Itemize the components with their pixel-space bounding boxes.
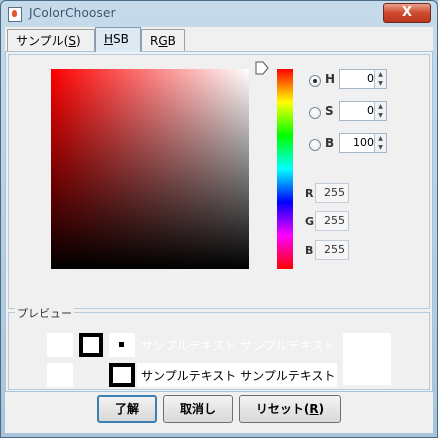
- preview-title: プレビュー: [15, 305, 74, 321]
- tab-hsb-suffix: SB: [113, 32, 129, 46]
- preview-swatch: [109, 333, 135, 357]
- title-bar[interactable]: JColorChooser X: [1, 1, 437, 25]
- s-radio[interactable]: [309, 107, 321, 119]
- h-radio[interactable]: [309, 75, 321, 87]
- b-radio[interactable]: [309, 139, 321, 151]
- window-title: JColorChooser: [29, 6, 116, 20]
- b-down-icon[interactable]: ▼: [374, 143, 386, 152]
- b-label: B: [325, 136, 335, 150]
- tab-hsb-mnemonic: H: [104, 32, 114, 46]
- tab-hsb[interactable]: HSB: [95, 27, 141, 52]
- close-button[interactable]: X: [383, 3, 431, 23]
- h-spinner[interactable]: 0 ▲ ▼: [339, 69, 387, 89]
- g-value: 255: [315, 211, 349, 231]
- reset-suffix: ): [318, 402, 325, 416]
- h-value: 0: [367, 72, 374, 85]
- b-value: 100: [353, 136, 374, 149]
- close-icon: X: [401, 5, 413, 20]
- b-rgb-value: 255: [315, 240, 349, 260]
- hsb-controls: H 0 ▲ ▼ S 0 ▲ ▼ B 100 ▲ ▼ R 255 G 255 B …: [8, 54, 430, 309]
- s-spinner[interactable]: 0 ▲ ▼: [339, 101, 387, 121]
- preview-square: [79, 333, 103, 357]
- reset-mnemonic: R: [309, 402, 319, 416]
- r-label: R: [305, 187, 314, 200]
- s-down-icon[interactable]: ▼: [374, 111, 386, 120]
- cancel-button[interactable]: 取消し: [163, 395, 233, 423]
- saturation-brightness-picker[interactable]: [51, 69, 249, 269]
- b-rgb-label: B: [305, 244, 314, 257]
- preview-square: [109, 363, 135, 387]
- hue-pointer-icon[interactable]: [255, 61, 269, 75]
- preview-swatch: [47, 333, 73, 357]
- g-label: G: [305, 215, 315, 228]
- reset-button[interactable]: リセット(R): [239, 395, 341, 423]
- b-spinner[interactable]: 100 ▲ ▼: [339, 133, 387, 153]
- tab-strip: サンプル(S) HSB RGB: [5, 27, 433, 52]
- preview-swatch: [343, 333, 391, 385]
- r-value: 255: [315, 183, 349, 203]
- tab-rgb-mnemonic: G: [158, 34, 168, 48]
- hue-slider[interactable]: [277, 69, 293, 269]
- h-down-icon[interactable]: ▼: [374, 79, 386, 88]
- tab-sample[interactable]: サンプル(S): [7, 29, 95, 51]
- color-chooser-window: JColorChooser X サンプル(S) HSB RGB H 0 ▲ ▼ S: [0, 0, 438, 438]
- preview-text-top: サンプルテキスト サンプルテキスト: [141, 339, 336, 353]
- tab-rgb[interactable]: RGB: [141, 29, 185, 51]
- ok-button[interactable]: 了解: [97, 395, 157, 423]
- tab-rgb-suffix: B: [167, 34, 176, 48]
- s-value: 0: [367, 104, 374, 117]
- preview-swatch: [47, 363, 73, 387]
- hsb-panel: H 0 ▲ ▼ S 0 ▲ ▼ B 100 ▲ ▼ R 255 G 255 B …: [5, 51, 433, 392]
- tab-sample-mnemonic: S: [68, 34, 76, 48]
- dialog-content: サンプル(S) HSB RGB H 0 ▲ ▼ S 0 ▲ ▼ B 100 ▲ …: [5, 27, 433, 433]
- java-app-icon: [8, 7, 22, 22]
- s-label: S: [325, 104, 334, 118]
- tab-sample-suffix: ): [75, 34, 81, 48]
- tab-sample-label: サンプル(: [16, 34, 69, 48]
- preview-dot: [119, 342, 124, 347]
- preview-panel: プレビュー サンプルテキスト サンプルテキスト サンプルテキスト サンプルテキス…: [8, 305, 430, 390]
- h-label: H: [325, 72, 336, 86]
- reset-label: リセット(: [255, 402, 310, 416]
- preview-text-bottom: サンプルテキスト サンプルテキスト: [141, 369, 336, 383]
